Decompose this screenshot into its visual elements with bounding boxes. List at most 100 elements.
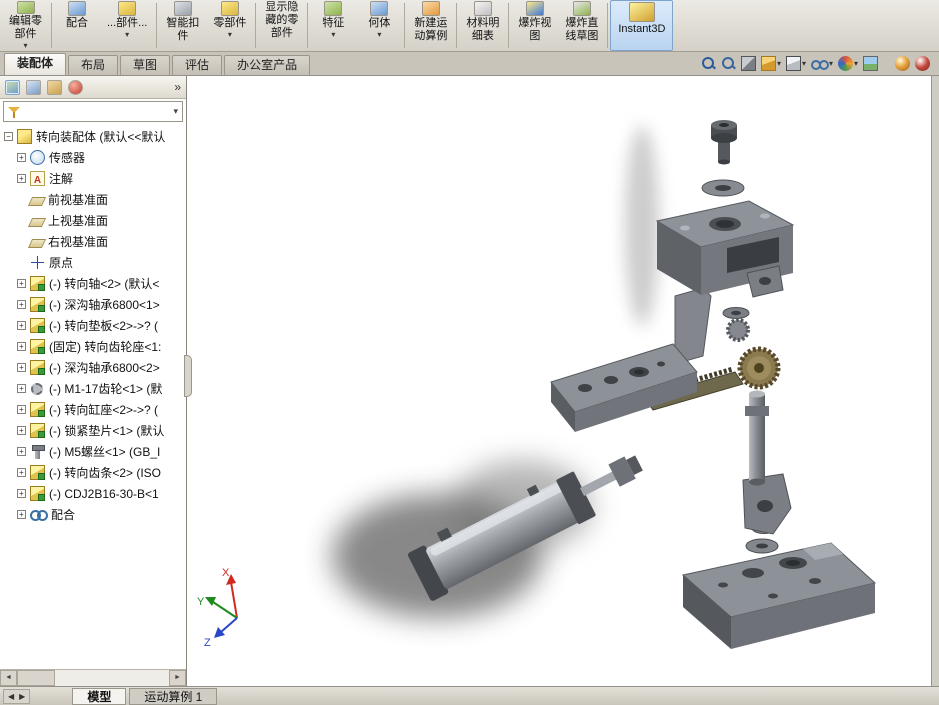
part-bearing-stack[interactable] xyxy=(722,307,750,342)
tab-office-products[interactable]: 办公室产品 xyxy=(224,55,311,75)
tree-item-bearing-6800-2[interactable]: + (-) 深沟轴承6800<2> xyxy=(0,357,186,378)
dropdown-arrow-icon: ▾ xyxy=(23,41,28,50)
part-icon xyxy=(30,465,45,480)
filter-bar[interactable]: ▾ xyxy=(3,101,183,122)
tree-item-cdj2b16[interactable]: + (-) CDJ2B16-30-B<1 xyxy=(0,483,186,504)
tree-item-m5-screw[interactable]: + (-) M5螺丝<1> (GB_I xyxy=(0,441,186,462)
part-steering-shaft[interactable] xyxy=(745,390,769,486)
view-tool-display-style[interactable]: ▾ xyxy=(785,55,807,72)
tab-motion-study-1[interactable]: 运动算例 1 xyxy=(129,687,218,705)
study-tab-nav[interactable]: ◀ ▶ xyxy=(3,688,31,704)
tree-item-root-assembly[interactable]: − 转向装配体 (默认<<默认 xyxy=(0,126,186,147)
ribbon-button-exploded-view[interactable]: 爆炸视图 xyxy=(511,0,558,51)
tree-item-steering-pad[interactable]: + (-) 转向垫板<2>->? ( xyxy=(0,315,186,336)
expand-toggle-icon[interactable]: + xyxy=(17,300,26,309)
expand-toggle-icon[interactable]: + xyxy=(17,363,26,372)
expand-toggle-icon[interactable]: + xyxy=(17,489,26,498)
scroll-right-button[interactable]: ► xyxy=(169,670,186,686)
nav-left-icon[interactable]: ◀ xyxy=(8,692,14,701)
scroll-track[interactable] xyxy=(17,670,169,686)
view-tool-realview[interactable] xyxy=(894,55,911,72)
expand-toggle-icon[interactable]: + xyxy=(17,447,26,456)
view-tool-view-orientation[interactable]: ▾ xyxy=(760,55,782,72)
part-base-plate[interactable] xyxy=(681,542,877,649)
tree-item-steering-shaft[interactable]: + (-) 转向轴<2> (默认< xyxy=(0,273,186,294)
ribbon-button-edit-component[interactable]: 编辑零 部件 ▾ xyxy=(2,0,49,51)
part-m5-screw[interactable] xyxy=(711,120,737,165)
bill-of-materials-icon xyxy=(473,1,492,16)
ribbon-button-new-motion-study[interactable]: 新建运 动算例 xyxy=(407,0,454,51)
tree-item-steering-rack[interactable]: + (-) 转向齿条<2> (ISO xyxy=(0,462,186,483)
tree-item-gear-seat[interactable]: + (固定) 转向齿轮座<1: xyxy=(0,336,186,357)
tree-item-right-plane[interactable]: 右视基准面 xyxy=(0,231,186,252)
tree-item-label: (-) 转向缸座<2>->? ( xyxy=(49,403,159,417)
edit-appearance-icon xyxy=(837,56,853,71)
display-style-icon xyxy=(785,56,801,71)
expand-toggle-icon[interactable]: + xyxy=(17,510,26,519)
ribbon-button-explode-line-sketch[interactable]: 爆炸直 线草图 xyxy=(558,0,605,51)
ribbon-button-instant3d[interactable]: Instant3D xyxy=(610,0,674,51)
tab-assembly[interactable]: 装配体 xyxy=(4,53,67,75)
panel-collapse-chevron[interactable]: » xyxy=(174,81,181,93)
tree-item-gear-m1-17[interactable]: + (-) M1-17齿轮<1> (默 xyxy=(0,378,186,399)
ribbon-button-component[interactable]: 零部件 ▾ xyxy=(206,0,253,51)
part-icon xyxy=(30,486,45,501)
tree-item-sensors[interactable]: + 传感器 xyxy=(0,147,186,168)
task-pane-strip[interactable] xyxy=(931,76,939,686)
part-lock-washer[interactable] xyxy=(701,179,745,197)
tab-evaluate[interactable]: 评估 xyxy=(172,55,223,75)
ribbon-button-mate[interactable]: 配合 xyxy=(54,0,100,51)
tree-item-cylinder-seat[interactable]: + (-) 转向缸座<2>->? ( xyxy=(0,399,186,420)
panel-tab-displaymanager[interactable] xyxy=(68,79,83,95)
view-tool-zoom-fit[interactable] xyxy=(700,55,717,72)
ribbon-button-insert-components[interactable]: ...部件... ▾ xyxy=(100,0,154,51)
expand-toggle-icon[interactable]: + xyxy=(17,405,26,414)
view-tool-edit-appearance[interactable]: ▾ xyxy=(837,55,859,72)
view-tool-hide-show-items[interactable]: ▾ xyxy=(810,55,834,72)
part-icon xyxy=(30,360,45,375)
panel-tab-configurationmanager[interactable] xyxy=(47,79,62,95)
ribbon-button-smart-fasteners[interactable]: 智能扣件 xyxy=(159,0,206,51)
tree-item-front-plane[interactable]: 前视基准面 xyxy=(0,189,186,210)
ribbon-button-reference-geometry[interactable]: 何体 ▾ xyxy=(356,0,402,51)
tree-item-annotations[interactable]: + 注解 xyxy=(0,168,186,189)
part-gear-seat-block[interactable] xyxy=(655,200,795,298)
tree-item-origin[interactable]: 原点 xyxy=(0,252,186,273)
nav-right-icon[interactable]: ▶ xyxy=(19,692,25,701)
panel-tab-propertymanager[interactable] xyxy=(26,79,41,95)
ribbon-button-show-hidden-components[interactable]: 显示隐 藏的零 部件 xyxy=(258,0,305,51)
ribbon-button-bill-of-materials[interactable]: 材料明 细表 xyxy=(459,0,506,51)
panel-tab-featuremanager[interactable] xyxy=(5,79,20,95)
part-gear-m1-17[interactable] xyxy=(737,346,781,390)
tree-item-top-plane[interactable]: 上视基准面 xyxy=(0,210,186,231)
expand-toggle-icon[interactable]: + xyxy=(17,174,26,183)
tree-item-label: (-) 锁紧垫片<1> (默认 xyxy=(49,424,165,438)
view-tool-options[interactable] xyxy=(914,55,931,72)
scroll-thumb[interactable] xyxy=(17,670,55,686)
expand-toggle-icon[interactable]: + xyxy=(17,153,26,162)
expand-toggle-icon[interactable]: + xyxy=(17,279,26,288)
view-tool-zoom-area[interactable] xyxy=(720,55,737,72)
tab-model[interactable]: 模型 xyxy=(72,687,127,705)
tab-layout[interactable]: 布局 xyxy=(68,55,119,75)
expand-toggle-icon[interactable]: + xyxy=(17,384,26,393)
tab-sketch[interactable]: 草图 xyxy=(120,55,171,75)
expand-toggle-icon[interactable]: + xyxy=(17,342,26,351)
tree-item-lock-washer[interactable]: + (-) 锁紧垫片<1> (默认 xyxy=(0,420,186,441)
expand-toggle-icon[interactable]: − xyxy=(4,132,13,141)
view-tool-section-view[interactable] xyxy=(740,55,757,72)
scroll-left-button[interactable]: ◄ xyxy=(0,670,17,686)
tree-item-mates[interactable]: + 配合 xyxy=(0,504,186,525)
expand-toggle-icon[interactable]: + xyxy=(17,321,26,330)
tree-item-bearing-6800-1[interactable]: + (-) 深沟轴承6800<1> xyxy=(0,294,186,315)
filter-dropdown-arrow-icon[interactable]: ▾ xyxy=(173,106,178,117)
graphics-area[interactable]: X Y Z xyxy=(187,76,931,686)
expand-toggle-icon[interactable]: + xyxy=(17,468,26,477)
view-tool-apply-scene[interactable] xyxy=(862,55,879,72)
panel-splitter-grip[interactable] xyxy=(184,355,192,397)
panel-horizontal-scrollbar[interactable]: ◄ ► xyxy=(0,669,186,686)
mates-icon xyxy=(30,507,48,522)
expand-toggle-icon[interactable]: + xyxy=(17,426,26,435)
part-cylinder-seat-arm[interactable] xyxy=(550,287,712,432)
ribbon-button-features[interactable]: 特征 ▾ xyxy=(310,0,356,51)
